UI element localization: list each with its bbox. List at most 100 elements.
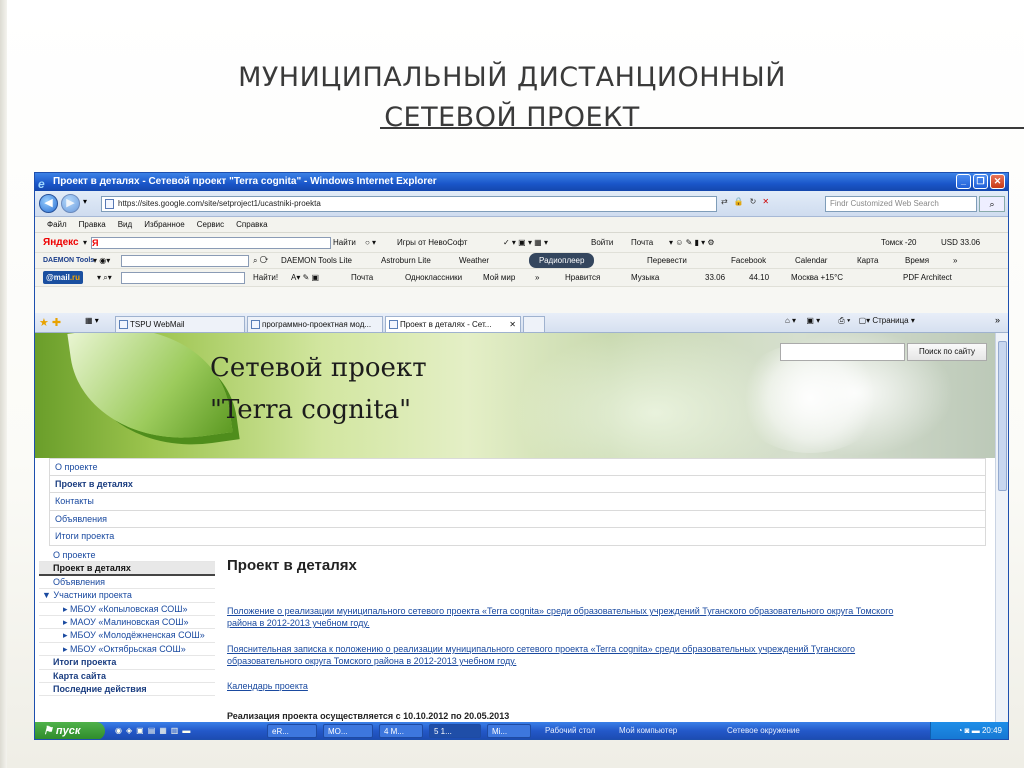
lock-icon[interactable]: 🔒 xyxy=(734,197,744,206)
vertical-scrollbar[interactable] xyxy=(995,333,1008,722)
calendar-link[interactable]: Календарь проекта xyxy=(227,680,967,692)
menu-edit[interactable]: Правка xyxy=(79,217,106,232)
map-link[interactable]: Карта xyxy=(857,253,878,268)
mailru-find-button[interactable]: Найти! xyxy=(253,269,278,286)
mailru-more-icon[interactable]: » xyxy=(535,269,539,286)
task-5[interactable]: Mi... xyxy=(487,724,531,738)
commands-more-icon[interactable]: » xyxy=(995,315,1000,325)
task-2[interactable]: МО... xyxy=(323,724,373,738)
daemon-tool-icons[interactable]: ⌕ ⟳ xyxy=(253,253,268,268)
window-titlebar[interactable]: e Проект в деталях - Сетевой проект "Ter… xyxy=(35,173,1008,191)
task-4[interactable]: 5 1... xyxy=(429,724,481,738)
sidebar-item-results[interactable]: Итоги проекта xyxy=(39,656,215,670)
site-search-input[interactable] xyxy=(780,343,905,361)
forward-button[interactable]: ▶ xyxy=(61,194,80,213)
scrollbar-thumb[interactable] xyxy=(998,341,1007,491)
weather-info[interactable]: Томск -20 xyxy=(881,233,917,252)
quick-launch-icons[interactable]: ◉◈▣▤▦▥▬ xyxy=(115,722,194,739)
print-icon[interactable]: ⎙ ▾ xyxy=(838,316,850,325)
my-computer-label[interactable]: Мой компьютер xyxy=(619,722,677,739)
yandex-menu-icon[interactable]: ▾ xyxy=(83,233,87,252)
stop-icon[interactable]: ✕ xyxy=(762,197,769,206)
moi-mir-link[interactable]: Мой мир xyxy=(483,269,515,286)
translate-link[interactable]: Перевести xyxy=(647,253,687,268)
quick-tabs-icon[interactable]: ▦ ▾ xyxy=(85,316,99,325)
site-search-button[interactable]: Поиск по сайту xyxy=(907,343,987,361)
tab-webmail[interactable]: TSPU WebMail xyxy=(115,316,245,332)
radio-player[interactable]: Радиоплеер xyxy=(529,253,595,268)
search-icon[interactable]: ⌕ xyxy=(979,196,1005,212)
mailru-search-input[interactable] xyxy=(121,272,245,284)
menu-file[interactable]: Файл xyxy=(47,217,67,232)
topnav-details[interactable]: Проект в деталях xyxy=(49,475,986,493)
topnav-contacts[interactable]: Контакты xyxy=(49,493,986,511)
extra-icons[interactable]: ▾ ☺ ✎ ▮ ▾ ⚙ xyxy=(669,233,715,252)
address-input[interactable]: https://sites.google.com/site/setproject… xyxy=(101,196,717,212)
desktop-label[interactable]: Рабочий стол xyxy=(545,722,595,739)
tab-close-icon[interactable]: ✕ xyxy=(509,317,516,332)
yandex-search-input[interactable]: Я xyxy=(91,237,331,249)
mailru-menu-icon[interactable]: ▾ ⌕▾ xyxy=(97,269,112,286)
close-icon[interactable]: ✕ xyxy=(990,174,1005,189)
games-link[interactable]: Игры от НевоСофт xyxy=(397,233,467,252)
like-link[interactable]: Нравится xyxy=(565,269,600,286)
network-label[interactable]: Сетевое окружение xyxy=(727,722,800,739)
sidebar-item-malinovskaya[interactable]: ▸ МАОУ «Малиновская СОШ» xyxy=(39,616,215,630)
task-3[interactable]: 4 М... xyxy=(379,724,423,738)
mailru-logo[interactable]: @mail.ru xyxy=(43,271,84,284)
explanatory-note-link[interactable]: Пояснительная записка к положению о реал… xyxy=(227,643,967,667)
currency-info[interactable]: USD 33.06 xyxy=(941,233,980,252)
sidebar-item-announcements[interactable]: Объявления xyxy=(39,576,215,590)
mail-link[interactable]: Почта xyxy=(631,233,653,252)
toolbar-icons[interactable]: ✓ ▾ ▣ ▾ ▦ ▾ xyxy=(503,233,548,252)
daemon-menu-icon[interactable]: ▾ ◉▾ xyxy=(93,253,110,268)
astroburn-link[interactable]: Astroburn Lite xyxy=(381,253,431,268)
weather-link[interactable]: Weather xyxy=(459,253,489,268)
usd-rate[interactable]: 33.06 xyxy=(705,269,725,286)
facebook-link[interactable]: Facebook xyxy=(731,253,766,268)
refresh-icon[interactable]: ↻ xyxy=(750,197,757,206)
sidebar-item-molodezhnenskaya[interactable]: ▸ МБОУ «Молодёжненская СОШ» xyxy=(39,629,215,643)
page-menu[interactable]: ▢▾ Страница ▾ xyxy=(859,316,915,325)
compat-icon[interactable]: ⇄ xyxy=(721,197,728,206)
start-button[interactable]: ⚑ пуск xyxy=(35,722,105,739)
pdf-architect-link[interactable]: PDF Architect xyxy=(903,269,952,286)
time-link[interactable]: Время xyxy=(905,253,929,268)
topnav-about[interactable]: О проекте xyxy=(49,458,986,476)
sidebar-item-details[interactable]: Проект в деталях xyxy=(39,562,215,576)
new-tab-button[interactable] xyxy=(523,316,545,332)
mailru-weather[interactable]: Москва +15°C xyxy=(791,269,843,286)
feeds-icon[interactable]: ▣ ▾ xyxy=(806,316,820,325)
topnav-announcements[interactable]: Объявления xyxy=(49,510,986,528)
search-input[interactable]: Findr Customized Web Search xyxy=(825,196,977,212)
maximize-icon[interactable]: ❐ xyxy=(973,174,988,189)
menu-view[interactable]: Вид xyxy=(118,217,132,232)
daemon-search-input[interactable] xyxy=(121,255,249,267)
more-chevron-icon[interactable]: » xyxy=(953,253,957,268)
menu-favorites[interactable]: Избранное xyxy=(144,217,185,232)
login-link[interactable]: Войти xyxy=(591,233,613,252)
mailru-mail-link[interactable]: Почта xyxy=(351,269,373,286)
sidebar-item-oktyabrskaya[interactable]: ▸ МБОУ «Октябрьская СОШ» xyxy=(39,643,215,657)
yandex-find-button[interactable]: Найти xyxy=(333,233,356,252)
task-1[interactable]: eR... xyxy=(267,724,317,738)
back-button[interactable]: ◀ xyxy=(39,194,58,213)
chat-icon[interactable]: ○ ▾ xyxy=(365,233,376,252)
eur-rate[interactable]: 44.10 xyxy=(749,269,769,286)
sidebar-item-about[interactable]: О проекте xyxy=(39,549,215,563)
tray-icons[interactable]: ◔ ◙ ▬ xyxy=(958,726,982,735)
daemon-logo[interactable]: DAEMON Tools xyxy=(43,253,94,268)
daemon-lite-link[interactable]: DAEMON Tools Lite xyxy=(281,253,352,268)
odnoklassniki-link[interactable]: Одноклассники xyxy=(405,269,462,286)
tab-project-details[interactable]: Проект в деталях - Сет... ✕ xyxy=(385,316,521,332)
sidebar-item-sitemap[interactable]: Карта сайта xyxy=(39,670,215,683)
yandex-logo[interactable]: Яндекс xyxy=(43,233,79,252)
sidebar-item-recent[interactable]: Последние действия xyxy=(39,683,215,697)
topnav-results[interactable]: Итоги проекта xyxy=(49,528,986,546)
music-link[interactable]: Музыка xyxy=(631,269,659,286)
sidebar-item-kopylovskaya[interactable]: ▸ МБОУ «Копыловская СОШ» xyxy=(39,603,215,616)
tab-program-project[interactable]: программно-проектная мод... xyxy=(247,316,383,332)
home-icon[interactable]: ⌂ ▾ xyxy=(785,316,796,325)
history-dropdown-icon[interactable]: ▾ xyxy=(83,197,87,206)
favorites-star-icon[interactable]: ★ ✚ xyxy=(39,316,61,329)
